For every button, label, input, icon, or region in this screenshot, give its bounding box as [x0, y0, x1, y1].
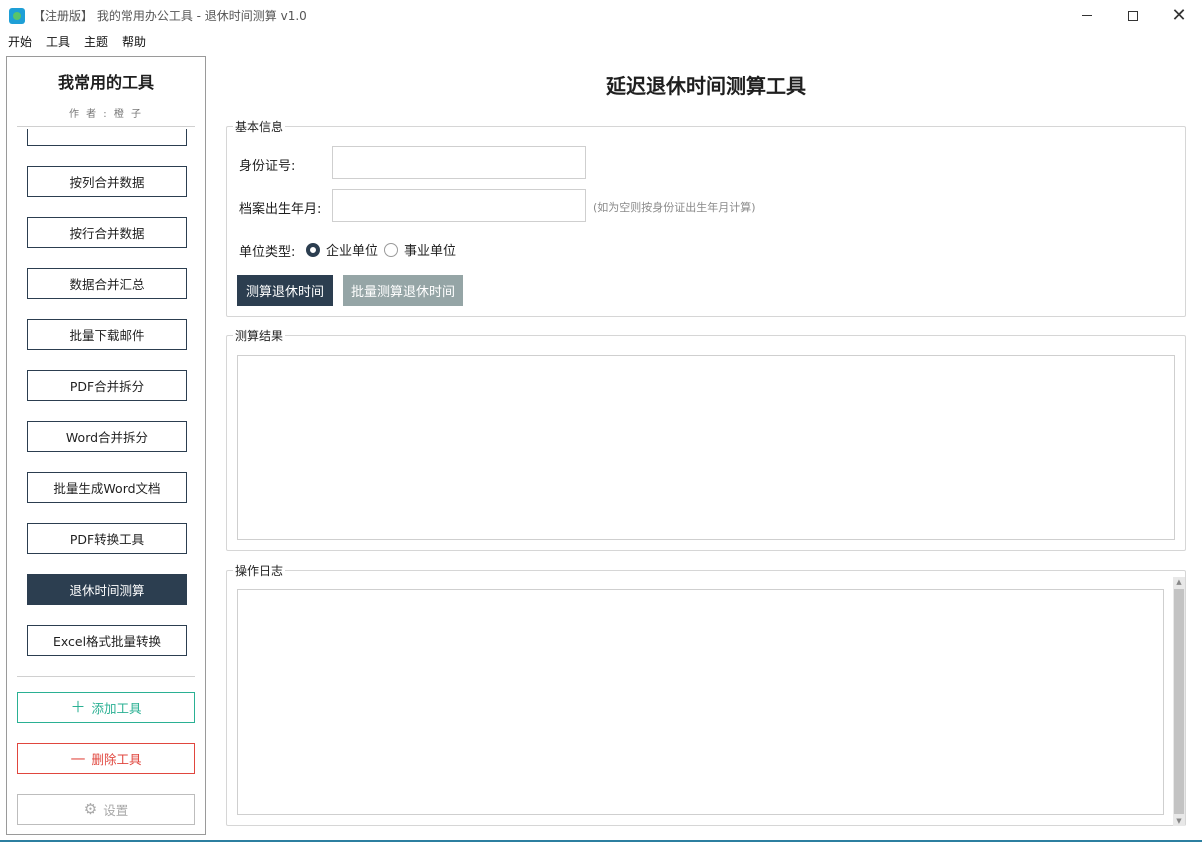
close-icon: ✕	[1171, 4, 1187, 26]
tool-button-partial[interactable]	[27, 129, 187, 146]
menu-bar: 开始 工具 主题 帮助	[0, 31, 1202, 51]
calc-retirement-button[interactable]: 测算退休时间	[237, 275, 333, 306]
settings-label: 设置	[103, 803, 129, 818]
add-tool-label: 添加工具	[91, 701, 142, 716]
tool-button-word-merge-split[interactable]: Word合并拆分	[27, 421, 187, 452]
maximize-icon	[1128, 10, 1138, 21]
maximize-button[interactable]	[1110, 0, 1156, 31]
tool-button-retirement[interactable]: 退休时间测算	[27, 574, 187, 605]
tool-button-merge-rows[interactable]: 按行合并数据	[27, 217, 187, 248]
window-controls: ✕	[1064, 0, 1202, 31]
sidebar-divider-bottom	[17, 676, 195, 677]
log-textarea[interactable]	[237, 589, 1164, 815]
gear-icon: ⚙	[83, 800, 98, 818]
tool-button-merge-columns[interactable]: 按列合并数据	[27, 166, 187, 197]
delete-tool-label: 删除工具	[91, 752, 142, 767]
delete-tool-button[interactable]: — 删除工具	[17, 743, 195, 774]
birth-date-label: 档案出生年月:	[239, 202, 322, 217]
tool-button-data-summary[interactable]: 数据合并汇总	[27, 268, 187, 299]
radio-institution[interactable]: 事业单位	[384, 240, 456, 259]
radio-unchecked-icon	[384, 242, 398, 257]
batch-calc-button[interactable]: 批量测算退休时间	[343, 275, 463, 306]
radio-institution-label: 事业单位	[404, 244, 457, 259]
basic-info-group: 基本信息 身份证号: 档案出生年月: (如为空则按身份证出生年月计算) 单位类型…	[226, 118, 1186, 317]
scroll-down-icon[interactable]: ▼	[1173, 816, 1185, 826]
tool-button-download-mail[interactable]: 批量下载邮件	[27, 319, 187, 350]
sidebar-author: 作 者 : 橙 子	[68, 109, 144, 120]
close-button[interactable]: ✕	[1156, 0, 1202, 31]
sidebar-title: 我常用的工具	[57, 73, 154, 92]
minimize-button[interactable]	[1064, 0, 1110, 31]
menu-tools[interactable]: 工具	[39, 33, 77, 50]
plus-icon: ＋	[70, 698, 86, 716]
tool-button-excel-convert[interactable]: Excel格式批量转换	[27, 625, 187, 656]
result-textarea[interactable]	[237, 355, 1175, 540]
log-group: 操作日志 ▲ ▼	[226, 562, 1186, 826]
unit-type-label: 单位类型:	[239, 245, 296, 260]
tool-button-batch-word[interactable]: 批量生成Word文档	[27, 472, 187, 503]
tool-button-pdf-convert[interactable]: PDF转换工具	[27, 523, 187, 554]
window-title: 【注册版】 我的常用办公工具 - 退休时间测算 v1.0	[33, 9, 307, 23]
page-title: 延迟退休时间测算工具	[606, 74, 806, 98]
tool-button-pdf-merge-split[interactable]: PDF合并拆分	[27, 370, 187, 401]
basic-info-legend: 基本信息	[233, 118, 286, 135]
tool-list[interactable]: 按列合并数据 按行合并数据 数据合并汇总 批量下载邮件 PDF合并拆分 Word…	[7, 129, 205, 675]
birth-date-input[interactable]	[332, 189, 586, 222]
id-number-label: 身份证号:	[239, 159, 296, 174]
sidebar: 我常用的工具 作 者 : 橙 子 按列合并数据 按行合并数据 数据合并汇总 批量…	[6, 56, 206, 835]
settings-button[interactable]: ⚙ 设置	[17, 794, 195, 825]
menu-theme[interactable]: 主题	[77, 33, 115, 50]
result-group: 测算结果	[226, 327, 1186, 551]
sidebar-divider-top	[17, 126, 195, 127]
result-legend: 测算结果	[233, 327, 286, 344]
scroll-thumb[interactable]	[1174, 589, 1184, 814]
add-tool-button[interactable]: ＋ 添加工具	[17, 692, 195, 723]
app-icon	[9, 7, 25, 24]
birth-date-hint: (如为空则按身份证出生年月计算)	[593, 201, 756, 214]
menu-help[interactable]: 帮助	[115, 33, 153, 50]
scroll-up-icon[interactable]: ▲	[1173, 577, 1185, 587]
menu-start[interactable]: 开始	[0, 33, 39, 50]
radio-checked-icon	[306, 242, 320, 257]
title-bar: 【注册版】 我的常用办公工具 - 退休时间测算 v1.0 ✕	[0, 0, 1202, 31]
minus-icon: —	[70, 749, 86, 767]
radio-enterprise-label: 企业单位	[326, 244, 379, 259]
log-legend: 操作日志	[233, 562, 286, 579]
id-number-input[interactable]	[332, 146, 586, 179]
log-scrollbar[interactable]: ▲ ▼	[1173, 577, 1185, 826]
minimize-icon	[1082, 15, 1092, 16]
radio-enterprise[interactable]: 企业单位	[306, 240, 378, 259]
